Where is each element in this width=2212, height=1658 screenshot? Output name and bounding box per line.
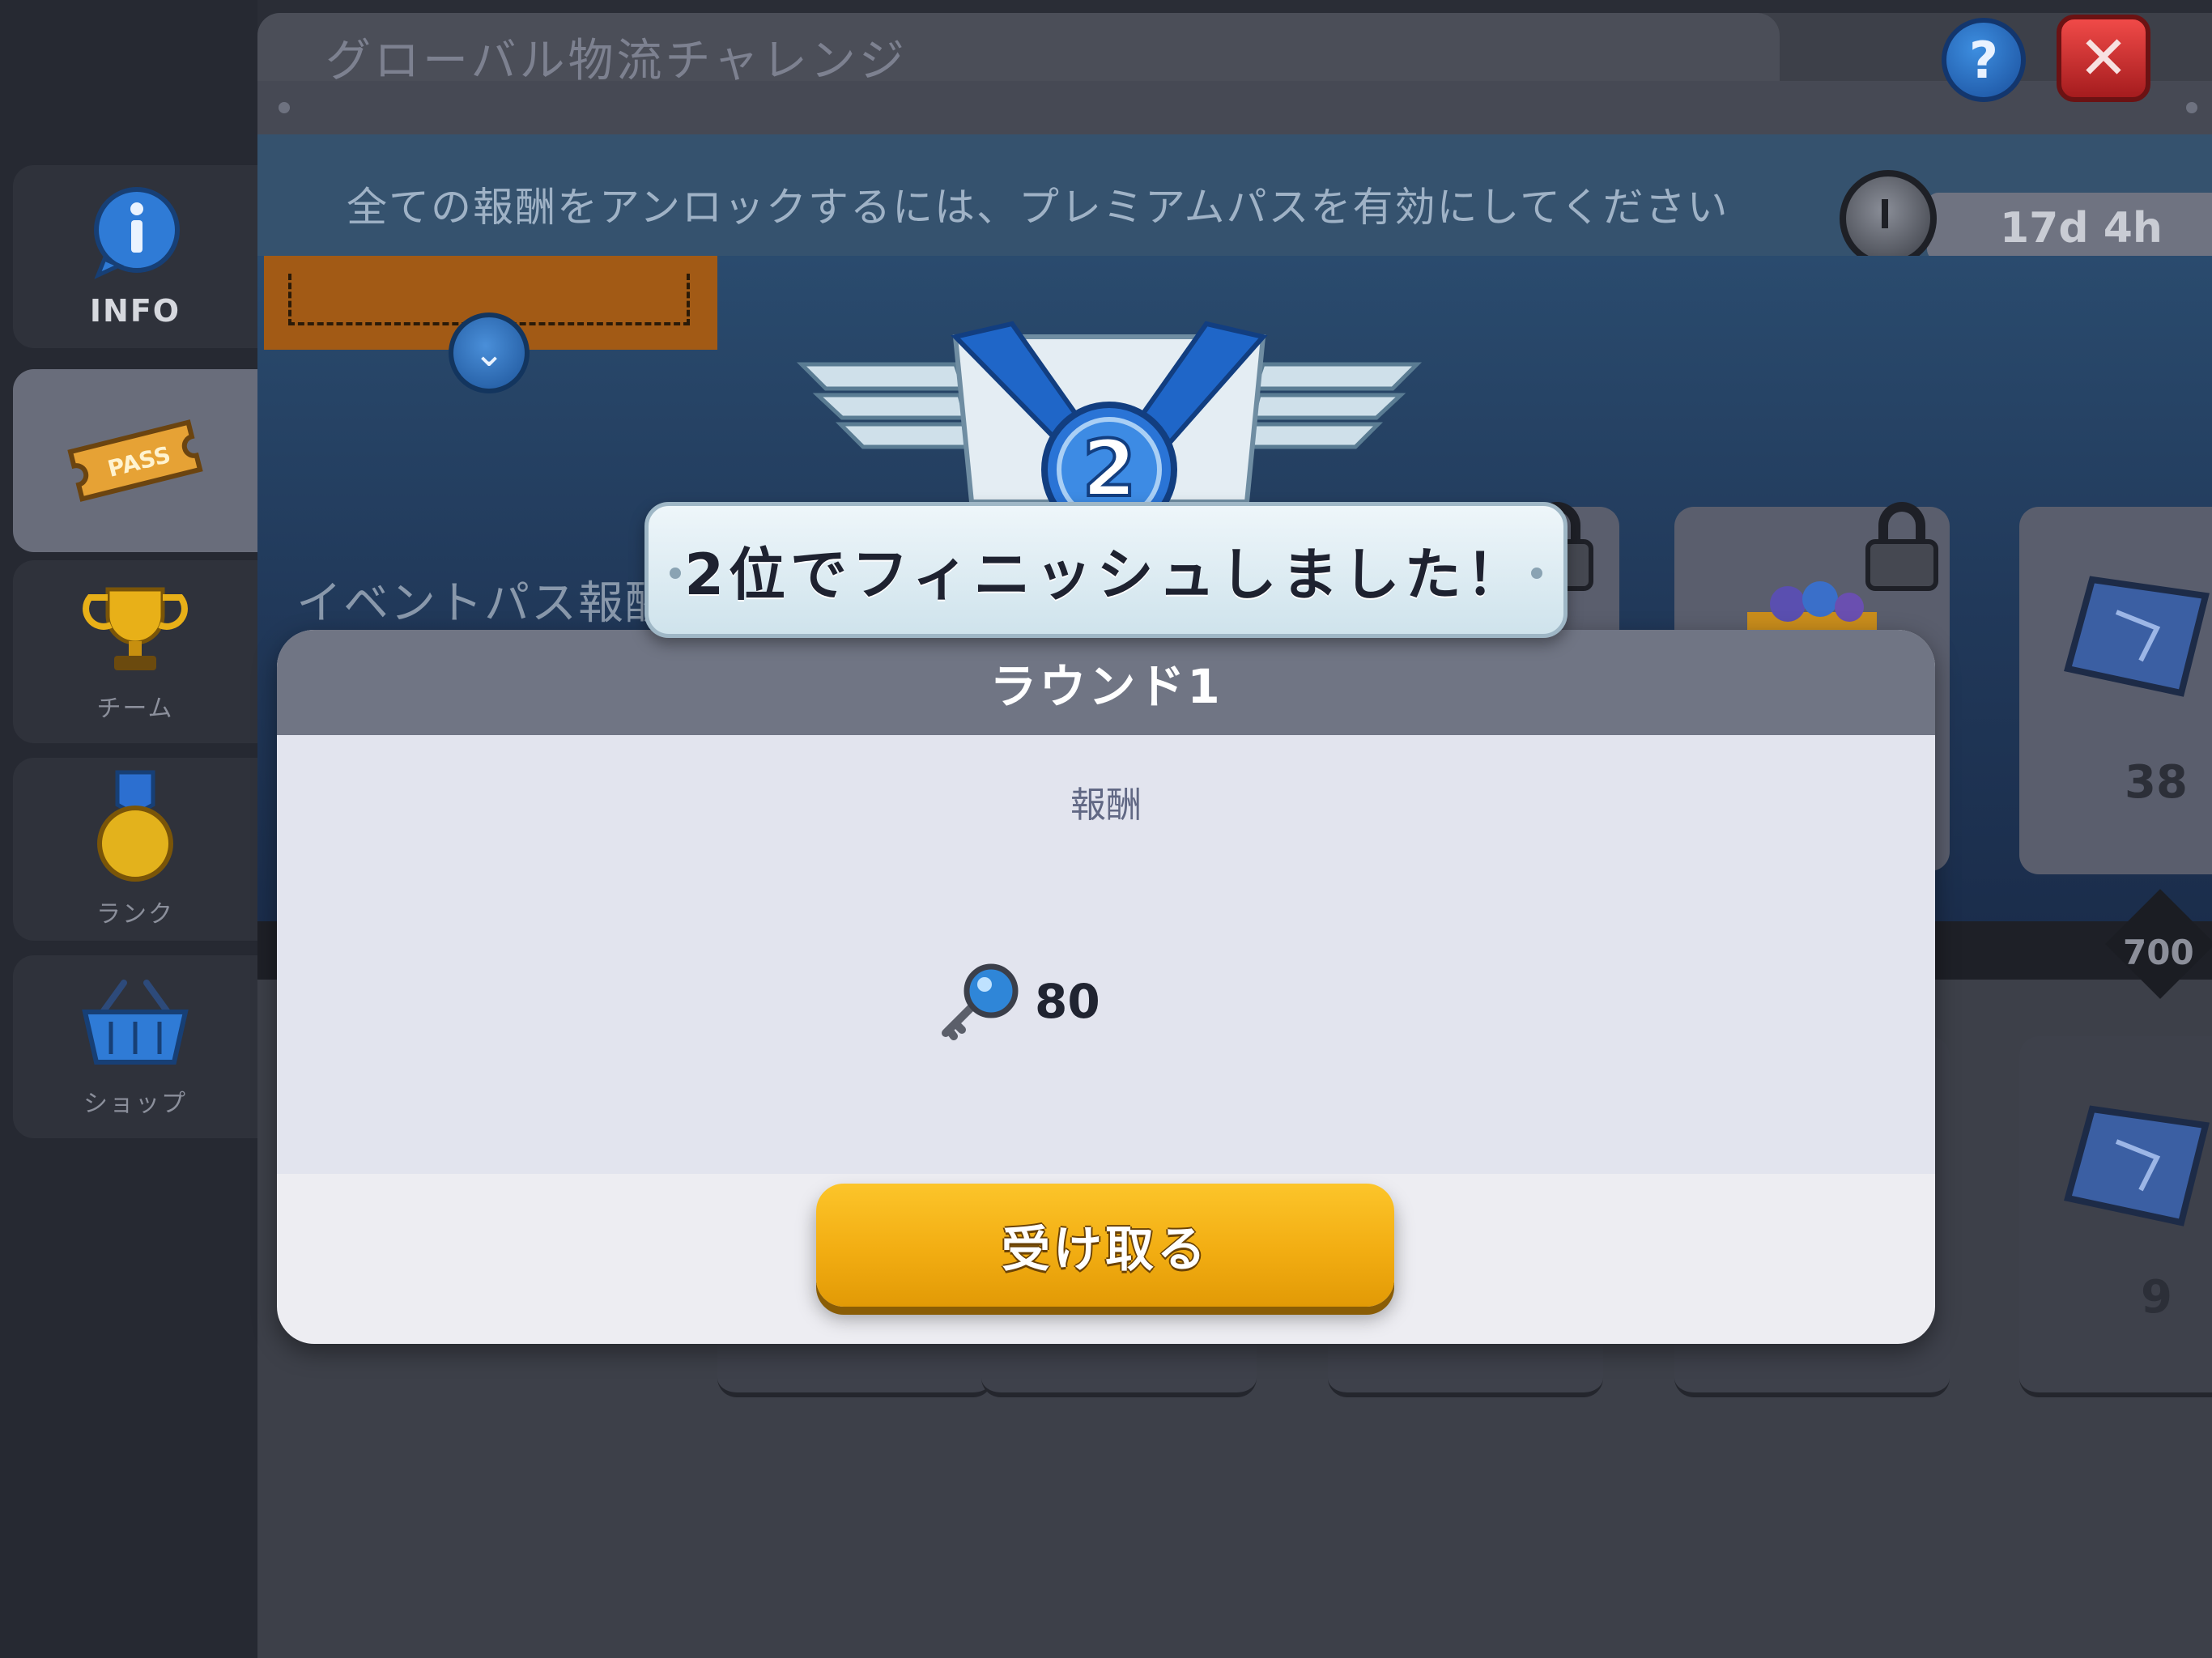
premium-banner-text: 全ての報酬をアンロックするには、プレミアムパスを有効にしてください — [347, 184, 1729, 231]
claim-button[interactable]: 受け取る — [816, 1184, 1394, 1307]
reward-card[interactable]: 38 — [2019, 507, 2212, 874]
info-bubble-icon — [94, 187, 180, 279]
map-icon — [2064, 576, 2210, 697]
lock-icon — [1865, 502, 1938, 591]
finish-message: 2位でフィニッシュしました！ — [684, 541, 1528, 608]
event-timer: 17d 4h — [2000, 204, 2163, 253]
magnifier-key-icon — [942, 963, 1019, 1040]
sidebar-item-shop[interactable]: ショップ — [13, 955, 257, 1138]
rank-number: 2 — [1083, 423, 1137, 514]
page-title: グローバル物流チャレンジ — [325, 35, 908, 87]
stopwatch-icon — [1840, 170, 1937, 267]
expand-chevron-button[interactable]: ⌄ — [449, 312, 530, 393]
reward-count: 38 — [2125, 756, 2188, 809]
question-icon: ? — [1969, 30, 1998, 90]
sidebar-item-label: チーム — [96, 695, 174, 723]
pass-rewards-title: イベントパス報酬 — [296, 577, 672, 630]
help-button[interactable]: ? — [1942, 18, 2026, 102]
chevron-down-icon: ⌄ — [473, 331, 505, 375]
sidebar-item-label: INFO — [89, 293, 181, 329]
round-label: ラウンド1 — [989, 659, 1223, 714]
ticket-icon: PASS — [67, 419, 203, 502]
rivet — [279, 102, 290, 113]
medal-icon — [97, 770, 173, 882]
sidebar-item-label: ショップ — [83, 1090, 187, 1118]
map-icon — [2064, 1105, 2210, 1226]
claim-button-label: 受け取る — [1002, 1221, 1209, 1278]
finish-ribbon: 2位でフィニッシュしました！ — [644, 502, 1568, 638]
reward-card[interactable]: 9 — [2019, 1036, 2212, 1397]
modal-header: ラウンド1 — [277, 630, 1935, 735]
sidebar: INFO PASS チーム ランク ショップ — [0, 0, 257, 1658]
sidebar-item-team[interactable]: チーム — [13, 560, 257, 743]
basket-icon — [82, 980, 189, 1065]
reward-count: 9 — [2141, 1271, 2172, 1324]
close-icon: ✕ — [2078, 23, 2129, 93]
progress-marker-value: 700 — [2123, 933, 2194, 972]
sidebar-item-info[interactable]: INFO — [13, 165, 257, 348]
reward-caption: 報酬 — [1070, 784, 1142, 826]
reward-amount: 80 — [1035, 974, 1100, 1029]
sidebar-item-label: ランク — [96, 900, 174, 929]
sidebar-item-rank[interactable]: ランク — [13, 758, 257, 941]
trophy-icon — [83, 587, 188, 670]
close-button[interactable]: ✕ — [2057, 15, 2150, 102]
sidebar-item-pass[interactable]: PASS — [13, 369, 257, 552]
rivet — [2186, 102, 2197, 113]
